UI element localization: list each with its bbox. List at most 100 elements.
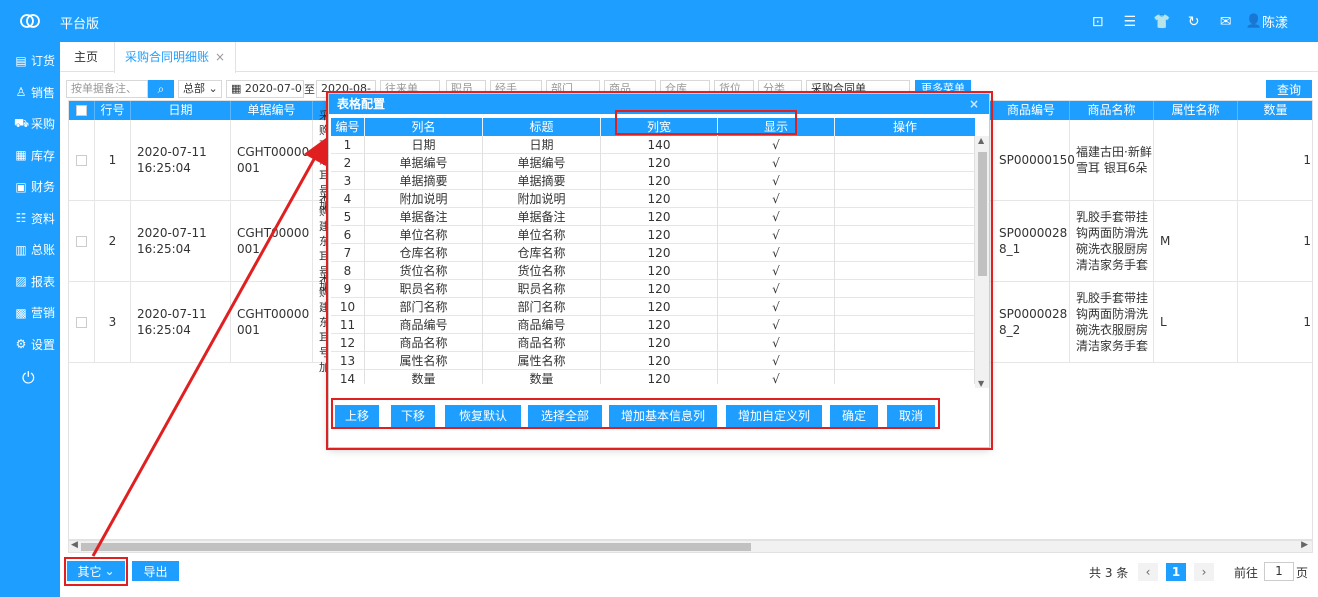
row-number: 3 — [95, 282, 131, 362]
config-cell-op — [835, 136, 975, 154]
power-icon[interactable]: ⏻ — [0, 368, 60, 388]
config-cell-op — [835, 334, 975, 352]
scroll-right-icon[interactable]: ▶ — [1301, 540, 1308, 550]
other-button[interactable]: 其它 ⌄ — [67, 561, 125, 581]
sidebar-item-data[interactable]: ☷ 资料 — [0, 203, 60, 235]
vertical-scrollbar[interactable]: ▲ ▼ — [975, 136, 989, 388]
next-page-button[interactable]: › — [1194, 563, 1214, 581]
config-cell-no: 7 — [331, 244, 365, 262]
config-cell-title: 数量 — [483, 370, 601, 384]
close-icon[interactable]: × — [215, 50, 225, 64]
tab-purchase-contract[interactable]: 采购合同明细账 × — [114, 42, 237, 73]
row-attr: M — [1154, 201, 1238, 281]
config-cell-width: 140 — [601, 136, 718, 154]
config-cell-no: 6 — [331, 226, 365, 244]
menu-icon[interactable]: ☰ — [1114, 13, 1146, 31]
sidebar-item-inventory[interactable]: ▦ 库存 — [0, 140, 60, 172]
tab-bar: 主页 采购合同明细账 × — [60, 42, 1318, 73]
page-number-button[interactable]: 1 — [1166, 563, 1186, 581]
config-row[interactable]: 9 职员名称 职员名称 120 √ — [331, 280, 975, 298]
config-cell-width: 120 — [601, 190, 718, 208]
select-all-button[interactable]: 选择全部 — [528, 405, 602, 427]
search-button[interactable]: ⌕ — [148, 80, 174, 98]
config-row[interactable]: 10 部门名称 部门名称 120 √ — [331, 298, 975, 316]
add-basic-column-button[interactable]: 增加基本信息列 — [609, 405, 717, 427]
cart-icon: ⛟ — [14, 115, 30, 130]
config-cell-no: 8 — [331, 262, 365, 280]
sidebar-item-order[interactable]: ▤ 订货 — [0, 45, 60, 77]
sidebar-item-finance[interactable]: ▣ 财务 — [0, 171, 60, 203]
select-all-checkbox-cell[interactable] — [69, 101, 95, 120]
config-cell-col: 商品编号 — [365, 316, 483, 334]
search-input[interactable]: 按单据备注、 — [66, 80, 148, 98]
row-checkbox[interactable] — [76, 154, 87, 166]
config-row[interactable]: 7 仓库名称 仓库名称 120 √ — [331, 244, 975, 262]
config-cell-show: √ — [718, 370, 835, 384]
config-row[interactable]: 2 单据编号 单据编号 120 √ — [331, 154, 975, 172]
config-cell-col: 属性名称 — [365, 352, 483, 370]
row-checkbox[interactable] — [76, 235, 87, 247]
mail-icon[interactable]: ✉ — [1210, 13, 1242, 31]
user-menu[interactable]: 👤 陈漾 — [1246, 12, 1288, 31]
scroll-left-icon[interactable]: ◀ — [71, 540, 78, 550]
query-button[interactable]: 查询 — [1266, 80, 1312, 98]
shirt-icon[interactable]: 👕 — [1146, 13, 1178, 31]
cancel-button[interactable]: 取消 — [887, 405, 935, 427]
scroll-down-icon[interactable]: ▼ — [978, 379, 984, 388]
scrollbar-thumb[interactable] — [81, 543, 751, 551]
config-row[interactable]: 3 单据摘要 单据摘要 120 √ — [331, 172, 975, 190]
sidebar-item-settings[interactable]: ⚙ 设置 — [0, 329, 60, 361]
config-cell-no: 1 — [331, 136, 365, 154]
sidebar-item-purchase[interactable]: ⛟ 采购 — [0, 108, 60, 140]
config-cell-title: 部门名称 — [483, 298, 601, 316]
marketing-icon: ▩ — [15, 305, 27, 320]
config-cell-no: 11 — [331, 316, 365, 334]
config-cell-title: 日期 — [483, 136, 601, 154]
close-icon[interactable]: × — [969, 94, 979, 114]
sidebar-item-sales[interactable]: ♙ 销售 — [0, 77, 60, 109]
config-cell-show: √ — [718, 262, 835, 280]
row-checkbox-cell[interactable] — [69, 282, 95, 362]
config-row[interactable]: 1 日期 日期 140 √ — [331, 136, 975, 154]
sidebar-item-marketing[interactable]: ▩ 营销 — [0, 297, 60, 329]
restore-default-button[interactable]: 恢复默认 — [445, 405, 521, 427]
scroll-up-icon[interactable]: ▲ — [978, 136, 984, 145]
prev-page-button[interactable]: ‹ — [1138, 563, 1158, 581]
date-from-input[interactable]: ▦ 2020-07-0 — [226, 80, 304, 98]
row-checkbox[interactable] — [76, 316, 87, 328]
horizontal-scrollbar[interactable]: ◀ ▶ — [68, 540, 1313, 553]
scrollbar-thumb[interactable] — [978, 152, 987, 276]
row-qty: 1 — [1238, 201, 1312, 281]
config-row[interactable]: 4 附加说明 附加说明 120 √ — [331, 190, 975, 208]
goto-page-input[interactable]: 1 — [1264, 562, 1294, 581]
config-row[interactable]: 8 货位名称 货位名称 120 √ — [331, 262, 975, 280]
config-row[interactable]: 12 商品名称 商品名称 120 √ — [331, 334, 975, 352]
config-row[interactable]: 5 单据备注 单据备注 120 √ — [331, 208, 975, 226]
config-row[interactable]: 6 单位名称 单位名称 120 √ — [331, 226, 975, 244]
header-rownum: 行号 — [95, 101, 131, 120]
sidebar-item-ledger[interactable]: ▥ 总账 — [0, 234, 60, 266]
minimize-icon[interactable]: ⊡ — [1082, 13, 1114, 31]
refresh-icon[interactable]: ↻ — [1178, 13, 1210, 31]
config-cell-title: 商品编号 — [483, 316, 601, 334]
row-attr: L — [1154, 282, 1238, 362]
tab-home[interactable]: 主页 — [64, 42, 108, 72]
header-op: 操作 — [892, 120, 917, 134]
config-cell-width: 120 — [601, 262, 718, 280]
config-cell-width: 120 — [601, 280, 718, 298]
row-checkbox-cell[interactable] — [69, 201, 95, 281]
config-row[interactable]: 14 数量 数量 120 √ — [331, 370, 975, 384]
confirm-button[interactable]: 确定 — [830, 405, 878, 427]
export-button[interactable]: 导出 — [132, 561, 179, 581]
row-date: 2020-07-11 16:25:04 — [131, 282, 231, 362]
branch-select[interactable]: 总部 ⌄ — [178, 80, 222, 98]
config-row[interactable]: 13 属性名称 属性名称 120 √ — [331, 352, 975, 370]
sidebar-item-report[interactable]: ▨ 报表 — [0, 266, 60, 298]
row-checkbox-cell[interactable] — [69, 120, 95, 200]
config-row[interactable]: 11 商品编号 商品编号 120 √ — [331, 316, 975, 334]
select-all-checkbox[interactable] — [76, 105, 87, 116]
add-custom-column-button[interactable]: 增加自定义列 — [726, 405, 822, 427]
move-up-button[interactable]: 上移 — [335, 405, 379, 427]
config-cell-title: 单据摘要 — [483, 172, 601, 190]
move-down-button[interactable]: 下移 — [391, 405, 435, 427]
